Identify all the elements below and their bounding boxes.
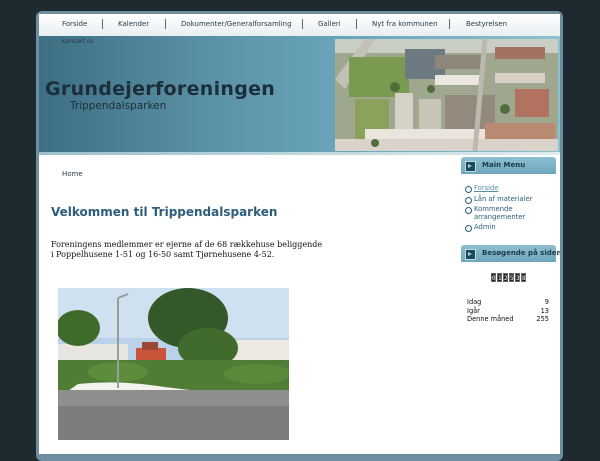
- nav-separator: [102, 19, 103, 29]
- site-subtitle: Trippendalsparken: [70, 100, 167, 112]
- nav-galleri[interactable]: Galleri: [318, 20, 341, 28]
- stats-label: Igår: [467, 306, 480, 315]
- main-menu: Forside Lån af materialer Kommende arran…: [465, 184, 560, 235]
- counter-digit: 1: [497, 273, 502, 282]
- nav-forside[interactable]: Forside: [62, 20, 87, 28]
- intro-line: i Poppelhusene 1-51 og 16-50 samt Tjørne…: [51, 250, 275, 259]
- aerial-photo: [335, 39, 558, 151]
- site-title: Grundejerforeningen: [45, 78, 276, 100]
- header-banner: Grundejerforeningen Trippendalsparken: [39, 36, 560, 152]
- menu-item-kommende-arrangementer[interactable]: Kommende arrangementer: [465, 205, 560, 221]
- stats-value: 255: [536, 315, 549, 323]
- nav-nyt-fra-kommunen[interactable]: Nyt fra kommunen: [372, 20, 438, 28]
- nav-separator: [302, 19, 303, 29]
- breadcrumb[interactable]: Home: [62, 170, 83, 178]
- stats-label: Denne måned: [467, 315, 514, 323]
- counter-digit: 3: [515, 273, 520, 282]
- menu-item-laan-af-materialer[interactable]: Lån af materialer: [465, 195, 560, 203]
- intro-line: Foreningens medlemmer er ejerne af de 68…: [51, 240, 323, 249]
- playground-photo: [58, 288, 289, 440]
- visitors-header: Besøgende på siden: [461, 245, 560, 262]
- stats-label: Idag: [467, 298, 482, 306]
- banner-divider: [39, 152, 560, 155]
- menu-item-admin[interactable]: Admin: [465, 223, 560, 232]
- stats-value: 13: [540, 306, 549, 315]
- counter-digit: 2: [503, 273, 508, 282]
- nav-separator: [356, 19, 357, 29]
- counter-digit: 8: [521, 273, 526, 282]
- nav-kalender[interactable]: Kalender: [118, 20, 149, 28]
- stats-row: Denne måned 255: [467, 315, 549, 324]
- arrow-icon: [465, 249, 476, 260]
- nav-separator: [165, 19, 166, 29]
- main-menu-title: Main Menu: [482, 161, 526, 169]
- counter-digit: 0: [491, 273, 496, 282]
- visitor-stats: Idag 9 Igår 13 Denne måned 255: [467, 298, 549, 324]
- main-menu-header: Main Menu: [461, 157, 556, 174]
- nav-dokumenter[interactable]: Dokumenter/Generalforsamling: [181, 20, 292, 28]
- intro-paragraph: Foreningens medlemmer er ejerne af de 68…: [51, 240, 341, 260]
- arrow-icon: [465, 161, 476, 172]
- page-container: Forside Kalender Dokumenter/Generalforsa…: [39, 14, 560, 454]
- visitors-title: Besøgende på siden: [482, 249, 560, 257]
- page-title: Velkommen til Trippendalsparken: [51, 205, 278, 219]
- nav-kontakt-os[interactable]: Kontakt os: [62, 38, 94, 45]
- counter-digit: 5: [509, 273, 514, 282]
- stats-row: Igår 13: [467, 307, 549, 316]
- nav-bestyrelsen[interactable]: Bestyrelsen: [466, 20, 507, 28]
- menu-item-forside[interactable]: Forside: [465, 184, 560, 193]
- stats-row: Idag 9: [467, 298, 549, 307]
- visitor-counter: 0 1 2 5 3 8: [491, 273, 527, 282]
- stats-value: 9: [544, 298, 549, 306]
- top-navigation: Forside Kalender Dokumenter/Generalforsa…: [39, 14, 560, 36]
- nav-separator: [449, 19, 450, 29]
